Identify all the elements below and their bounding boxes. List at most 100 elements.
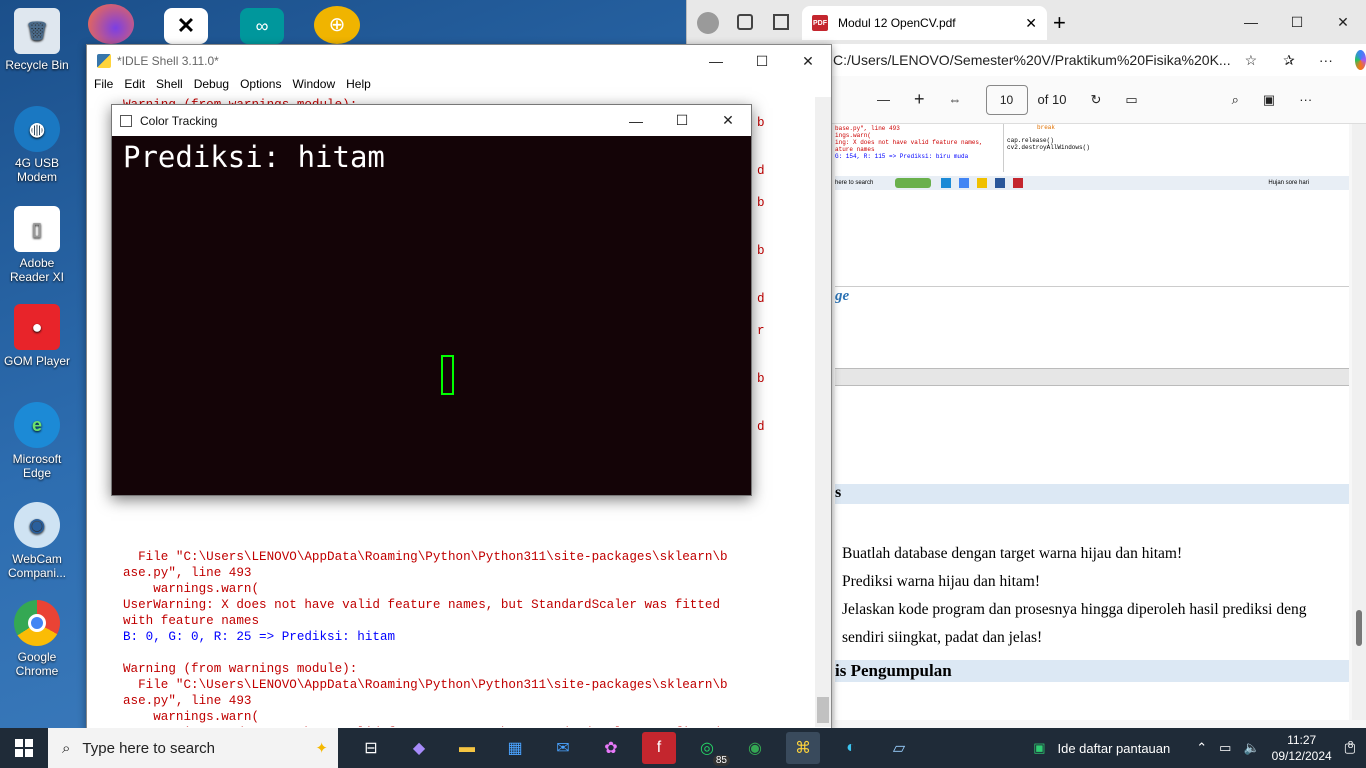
pdf-scrollbar[interactable]: [1352, 124, 1366, 720]
close-icon[interactable]: ✕: [1320, 14, 1366, 31]
idle-minimize-icon[interactable]: —: [693, 53, 739, 69]
page-gap: [835, 368, 1349, 386]
desktop-icon-label: WebCam Compani...: [7, 552, 67, 580]
arduino-desktop-icon[interactable]: ∞: [240, 8, 284, 44]
color-tracking-window: Color Tracking — ☐ ✕ Prediksi: hitam: [111, 104, 752, 496]
section-s-label: s: [835, 484, 842, 501]
app-desktop-icon[interactable]: ⊕: [314, 6, 360, 44]
modem-desktop-icon[interactable]: ◍ 4G USB Modem: [0, 106, 74, 184]
tracking-box: [441, 355, 454, 395]
ct-titlebar: Color Tracking — ☐ ✕: [112, 105, 751, 136]
favorite-icon[interactable]: ☆: [1245, 52, 1258, 69]
capcut-desktop-icon[interactable]: ✕: [164, 8, 208, 44]
prediction-label: Prediksi: hitam: [123, 140, 385, 174]
copilot-icon[interactable]: [1354, 50, 1366, 70]
taskbar-search[interactable]: ⌕ Type here to search ✦: [48, 728, 338, 768]
desktop-icon-label: 4G USB Modem: [14, 156, 59, 184]
document-icon: ▯: [14, 206, 60, 252]
chrome-taskbar-icon[interactable]: ◉: [738, 732, 772, 764]
notification-icon[interactable]: ▢ 8: [1344, 740, 1356, 756]
chrome-icon: [14, 600, 60, 646]
shell-fragment: d: [757, 164, 765, 178]
mail-icon[interactable]: ✉: [546, 732, 580, 764]
search-icon[interactable]: ⌕: [1232, 92, 1239, 108]
shell-fragment: b: [757, 196, 765, 210]
menu-edit[interactable]: Edit: [121, 77, 153, 97]
menu-shell[interactable]: Shell: [153, 77, 191, 97]
page-number-input[interactable]: 10: [985, 84, 1028, 115]
new-tab-icon[interactable]: +: [1053, 10, 1066, 36]
tab-pdf[interactable]: PDF Modul 12 OpenCV.pdf ✕: [802, 6, 1047, 40]
task-item: Jelaskan kode program dan prosesnya hing…: [842, 601, 1307, 618]
task-item: Prediksi warna hijau dan hitam!: [842, 573, 1041, 590]
chrome-desktop-icon[interactable]: Google Chrome: [0, 600, 74, 678]
task-item: sendiri siingkat, padat dan jelas!: [842, 629, 1043, 646]
menu-file[interactable]: File: [91, 77, 121, 97]
more-icon[interactable]: ···: [1319, 52, 1333, 68]
maximize-icon[interactable]: ☐: [1274, 14, 1320, 31]
taskbar-apps: ⊟ ◆ ▬ ▦ ✉ ✿ f ◎ 85 ◉ ⌘ ◐ ▱: [354, 732, 916, 766]
rotate-icon[interactable]: ↻: [1090, 92, 1101, 108]
copilot-taskbar-icon[interactable]: ◆: [402, 732, 436, 764]
menu-options[interactable]: Options: [237, 77, 289, 97]
ct-minimize-icon[interactable]: —: [613, 113, 659, 129]
foxit-icon[interactable]: f: [642, 732, 676, 764]
fit-width-icon[interactable]: ⇔: [949, 92, 962, 107]
whatsapp-badge: 85: [712, 755, 730, 766]
edge-taskbar-icon[interactable]: ◐: [834, 732, 868, 764]
edge-desktop-icon[interactable]: e Microsoft Edge: [0, 402, 74, 480]
search-icon: ⌕: [62, 739, 71, 757]
file-explorer-icon[interactable]: ▬: [450, 732, 484, 764]
section-bar-s: s: [835, 484, 1349, 504]
tab-actions-icon[interactable]: [773, 14, 789, 30]
clock-time: 11:27: [1287, 733, 1317, 747]
menu-window[interactable]: Window: [289, 77, 343, 97]
start-button[interactable]: [0, 728, 48, 768]
store-icon[interactable]: ▦: [498, 732, 532, 764]
profile-icon[interactable]: [697, 12, 719, 34]
app-icon[interactable]: ✿: [594, 732, 628, 764]
system-tray: ▣ Ide daftar pantauan ⌃ ▭ 🔈 11:27 09/12/…: [1033, 728, 1366, 768]
clock[interactable]: 11:27 09/12/2024: [1272, 732, 1332, 764]
trash-icon: 🗑: [14, 8, 60, 54]
clock-date: 09/12/2024: [1271, 749, 1332, 763]
ct-close-icon[interactable]: ✕: [705, 112, 751, 129]
idle-maximize-icon[interactable]: ☐: [739, 53, 785, 70]
adobe-reader-desktop-icon[interactable]: ▯ Adobe Reader XI: [0, 206, 74, 284]
favorites-icon[interactable]: ✰: [1283, 52, 1295, 69]
save-icon[interactable]: ▣: [1263, 92, 1275, 108]
news-label[interactable]: Ide daftar pantauan: [1057, 741, 1170, 756]
notes-taskbar-icon[interactable]: ▱: [882, 732, 916, 764]
divider: [835, 286, 1349, 287]
search-highlight-icon: ✦: [315, 740, 328, 757]
thumb-search: here to search: [835, 179, 874, 186]
menu-debug[interactable]: Debug: [191, 77, 237, 97]
idle-scroll-thumb[interactable]: [817, 697, 829, 723]
more-options-icon[interactable]: ···: [1299, 92, 1312, 107]
webcam-desktop-icon[interactable]: ◉ WebCam Compani...: [0, 502, 74, 580]
task-view-icon[interactable]: ⊟: [354, 732, 388, 764]
workspaces-icon[interactable]: [737, 14, 753, 30]
firefox-desktop-icon[interactable]: [88, 4, 134, 44]
idle-scrollbar[interactable]: [815, 97, 831, 727]
python-taskbar-icon[interactable]: ⌘: [786, 732, 820, 764]
gom-player-desktop-icon[interactable]: ● GOM Player: [0, 304, 74, 368]
network-icon[interactable]: ▭: [1219, 740, 1231, 756]
task-list: Buatlah database dengan target warna hij…: [842, 540, 1349, 652]
desktop-icon-label: Recycle Bin: [5, 58, 69, 72]
idle-menubar: File Edit Shell Debug Options Window Hel…: [87, 77, 831, 97]
recycle-bin-icon[interactable]: 🗑 Recycle Bin: [0, 8, 74, 72]
zoom-out-icon[interactable]: —: [877, 92, 890, 107]
minimize-icon[interactable]: —: [1228, 14, 1274, 30]
menu-help[interactable]: Help: [343, 77, 379, 97]
news-icon[interactable]: ▣: [1033, 740, 1045, 756]
whatsapp-icon[interactable]: ◎ 85: [690, 732, 730, 766]
volume-icon[interactable]: 🔈: [1243, 740, 1259, 756]
thumb-line: G: 154, R: 115 => Prediksi: biru muda: [835, 153, 969, 160]
ct-maximize-icon[interactable]: ☐: [659, 112, 705, 129]
zoom-in-icon[interactable]: +: [914, 89, 925, 110]
idle-close-icon[interactable]: ✕: [785, 53, 831, 70]
page-view-icon[interactable]: ▭: [1125, 92, 1137, 108]
chevron-up-icon[interactable]: ⌃: [1196, 740, 1207, 756]
close-tab-icon[interactable]: ✕: [1025, 15, 1037, 32]
